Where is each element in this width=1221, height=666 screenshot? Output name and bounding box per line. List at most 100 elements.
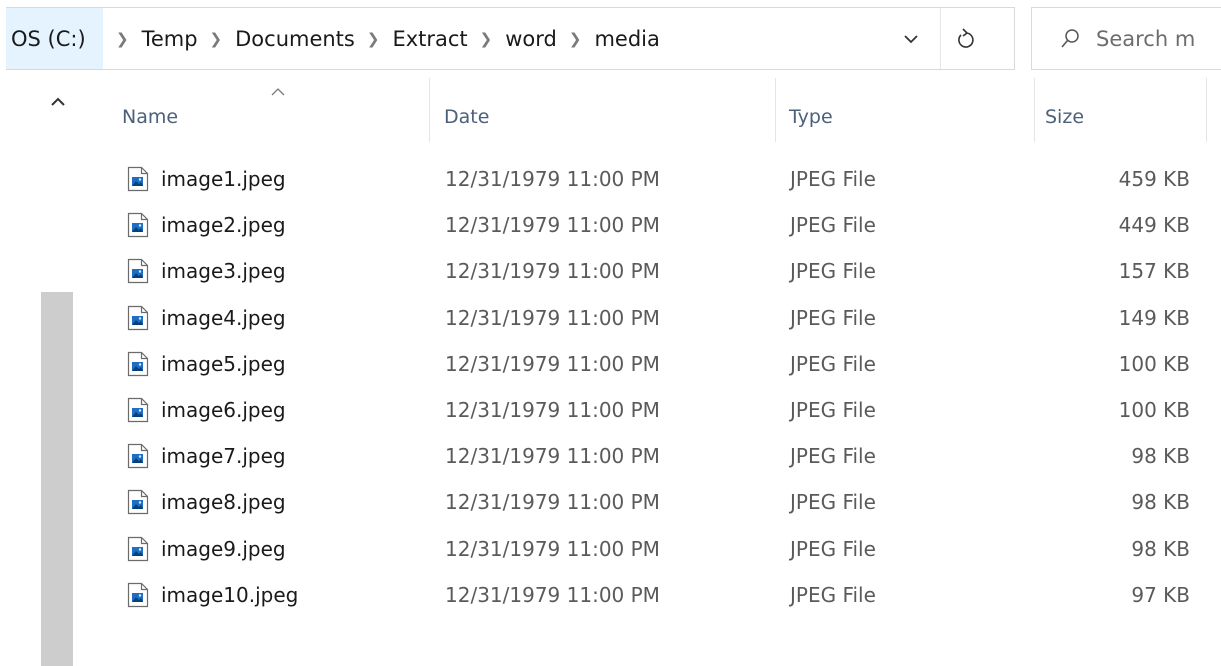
file-name-cell: image9.jpeg — [127, 526, 286, 572]
breadcrumb-item-extract[interactable]: Extract — [392, 27, 467, 51]
file-size: 98 KB — [1131, 490, 1190, 515]
file-name: image4.jpeg — [161, 305, 286, 330]
file-list: image1.jpeg 12/31/1979 11:00 PM JPEG Fil… — [0, 156, 1221, 618]
file-name: image2.jpeg — [161, 213, 286, 238]
file-date: 12/31/1979 11:00 PM — [445, 444, 660, 469]
jpeg-file-icon — [127, 397, 149, 423]
breadcrumb-root[interactable]: OS (C:) — [6, 8, 103, 69]
column-resize-handle[interactable] — [1206, 78, 1207, 142]
breadcrumb-separator-icon[interactable]: ❯ — [116, 30, 129, 48]
file-type: JPEG File — [790, 259, 876, 284]
search-placeholder: Search m — [1096, 26, 1196, 51]
refresh-icon — [958, 27, 974, 48]
file-type: JPEG File — [790, 397, 876, 422]
file-size: 100 KB — [1118, 397, 1190, 422]
file-name-cell: image6.jpeg — [127, 387, 286, 433]
file-date: 12/31/1979 11:00 PM — [445, 167, 660, 191]
breadcrumb-item-word[interactable]: word — [505, 27, 557, 51]
file-size: 98 KB — [1131, 444, 1190, 469]
breadcrumb-item-media[interactable]: media — [594, 27, 659, 51]
file-name: image1.jpeg — [161, 167, 286, 191]
jpeg-file-icon — [127, 166, 149, 192]
file-row[interactable]: image8.jpeg 12/31/1979 11:00 PM JPEG Fil… — [0, 479, 1221, 525]
file-row[interactable]: image7.jpeg 12/31/1979 11:00 PM JPEG Fil… — [0, 433, 1221, 479]
file-type: JPEG File — [790, 536, 876, 561]
column-header-size[interactable]: Size — [1045, 78, 1205, 152]
column-header-size-label: Size — [1045, 106, 1085, 128]
address-history-dropdown-button[interactable] — [886, 8, 936, 69]
file-date: 12/31/1979 11:00 PM — [445, 213, 660, 238]
jpeg-file-icon — [127, 305, 149, 331]
chevron-down-icon — [904, 34, 918, 43]
file-name-cell: image1.jpeg — [127, 156, 286, 202]
breadcrumb-item-documents[interactable]: Documents — [235, 27, 355, 51]
column-resize-handle[interactable] — [1034, 78, 1035, 142]
search-icon — [1060, 28, 1080, 50]
file-row[interactable]: image1.jpeg 12/31/1979 11:00 PM JPEG Fil… — [0, 156, 1221, 202]
column-resize-handle[interactable] — [429, 78, 430, 142]
file-size: 100 KB — [1118, 351, 1190, 376]
file-date: 12/31/1979 11:00 PM — [445, 582, 660, 607]
file-name-cell: image8.jpeg — [127, 479, 286, 525]
file-type: JPEG File — [790, 582, 876, 607]
file-name-cell: image3.jpeg — [127, 248, 286, 294]
file-date: 12/31/1979 11:00 PM — [445, 536, 660, 561]
jpeg-file-icon — [127, 212, 149, 238]
search-input[interactable]: Search m — [1031, 7, 1221, 70]
file-size: 98 KB — [1131, 536, 1190, 561]
file-row[interactable]: image3.jpeg 12/31/1979 11:00 PM JPEG Fil… — [0, 248, 1221, 294]
file-date: 12/31/1979 11:00 PM — [445, 259, 660, 284]
breadcrumb-separator-icon[interactable]: ❯ — [569, 30, 582, 48]
file-name-cell: image5.jpeg — [127, 341, 286, 387]
breadcrumb-separator-icon[interactable]: ❯ — [367, 30, 380, 48]
file-size: 449 KB — [1118, 213, 1190, 238]
file-date: 12/31/1979 11:00 PM — [445, 397, 660, 422]
file-name-cell: image4.jpeg — [127, 295, 286, 341]
jpeg-file-icon — [127, 351, 149, 377]
file-type: JPEG File — [790, 167, 876, 191]
file-name: image6.jpeg — [161, 397, 286, 422]
file-name: image3.jpeg — [161, 259, 286, 284]
file-row[interactable]: image5.jpeg 12/31/1979 11:00 PM JPEG Fil… — [0, 341, 1221, 387]
file-row[interactable]: image6.jpeg 12/31/1979 11:00 PM JPEG Fil… — [0, 387, 1221, 433]
file-type: JPEG File — [790, 351, 876, 376]
file-date: 12/31/1979 11:00 PM — [445, 490, 660, 515]
column-headers: Name Date Type Size — [0, 78, 1221, 152]
column-header-date-label: Date — [444, 106, 490, 128]
jpeg-file-icon — [127, 536, 149, 562]
column-header-type-label: Type — [789, 106, 833, 128]
column-header-type[interactable]: Type — [789, 78, 1033, 152]
breadcrumb-root-label: OS (C:) — [11, 26, 86, 51]
file-name-cell: image2.jpeg — [127, 202, 286, 248]
file-type: JPEG File — [790, 444, 876, 469]
column-header-date[interactable]: Date — [444, 78, 774, 152]
file-date: 12/31/1979 11:00 PM — [445, 305, 660, 330]
breadcrumb-separator-icon[interactable]: ❯ — [480, 30, 493, 48]
file-name: image9.jpeg — [161, 536, 286, 561]
file-size: 157 KB — [1118, 259, 1190, 284]
jpeg-file-icon — [127, 443, 149, 469]
file-size: 149 KB — [1118, 305, 1190, 330]
file-name: image7.jpeg — [161, 444, 286, 469]
file-type: JPEG File — [790, 490, 876, 515]
file-size: 459 KB — [1118, 167, 1190, 191]
file-row[interactable]: image4.jpeg 12/31/1979 11:00 PM JPEG Fil… — [0, 295, 1221, 341]
file-name-cell: image10.jpeg — [127, 572, 298, 618]
file-name: image8.jpeg — [161, 490, 286, 515]
column-resize-handle[interactable] — [775, 78, 776, 142]
breadcrumb: ❯ Temp ❯ Documents ❯ Extract ❯ word ❯ me… — [104, 8, 660, 69]
file-type: JPEG File — [790, 213, 876, 238]
jpeg-file-icon — [127, 489, 149, 515]
jpeg-file-icon — [127, 258, 149, 284]
file-row[interactable]: image10.jpeg 12/31/1979 11:00 PM JPEG Fi… — [0, 572, 1221, 618]
column-header-name[interactable]: Name — [122, 78, 428, 152]
file-name-cell: image7.jpeg — [127, 433, 286, 479]
column-header-name-label: Name — [122, 106, 179, 128]
file-name: image10.jpeg — [161, 582, 299, 607]
file-row[interactable]: image2.jpeg 12/31/1979 11:00 PM JPEG Fil… — [0, 202, 1221, 248]
breadcrumb-item-temp[interactable]: Temp — [142, 27, 198, 51]
refresh-button[interactable] — [940, 8, 991, 69]
file-row[interactable]: image9.jpeg 12/31/1979 11:00 PM JPEG Fil… — [0, 526, 1221, 572]
file-type: JPEG File — [790, 305, 876, 330]
breadcrumb-separator-icon[interactable]: ❯ — [210, 30, 223, 48]
